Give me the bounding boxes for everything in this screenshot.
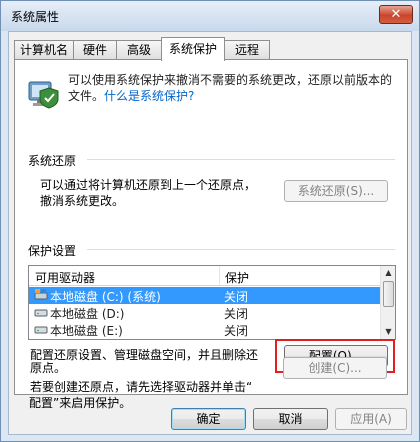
drive-protection-status: 关闭 xyxy=(224,324,249,338)
what-is-system-protection-link[interactable]: 什么是系统保护? xyxy=(104,89,194,103)
tab-remote[interactable]: 远程 xyxy=(224,40,270,60)
column-header-drive[interactable]: 可用驱动器 xyxy=(35,269,95,286)
window-title: 系统属性 xyxy=(11,10,60,24)
tab-system-protection[interactable]: 系统保护 xyxy=(161,37,225,61)
close-button[interactable]: ✕ xyxy=(379,5,413,24)
dialog-client-area: 计算机名 硬件 高级 系统保护 远程 可以使用系统保护来撤消不需要的系统更改，还… xyxy=(8,31,412,435)
ok-button[interactable]: 确定 xyxy=(171,408,246,430)
drive-list-header: 可用驱动器 保护 xyxy=(29,266,382,286)
create-description-line-2: 配置”来启用保护。 xyxy=(29,396,132,410)
intro-text-block: 可以使用系统保护来撤消不需要的系统更改，还原以前版本的文件。什么是系统保护? xyxy=(68,72,398,104)
tab-strip: 计算机名 硬件 高级 系统保护 远程 xyxy=(14,37,408,61)
apply-button[interactable]: 应用(A) xyxy=(335,408,407,430)
group-divider xyxy=(87,249,395,250)
tab-hardware[interactable]: 硬件 xyxy=(73,40,117,60)
create-button[interactable]: 创建(C)... xyxy=(283,357,387,379)
column-separator[interactable] xyxy=(219,266,220,285)
drive-name: 本地磁盘 (C:) (系统) xyxy=(50,290,161,304)
group-divider xyxy=(87,159,395,160)
drive-protection-status: 关闭 xyxy=(224,290,249,304)
system-properties-window: 系统属性 ✕ 计算机名 硬件 高级 系统保护 远程 可以使用系统保护来撤消不需要… xyxy=(0,0,420,442)
drive-row-e[interactable]: 本地磁盘 (E:) 关闭 xyxy=(29,321,382,338)
drive-icon xyxy=(34,326,48,334)
configure-description-line-2: 原点。 xyxy=(30,361,67,375)
system-restore-group-label: 系统还原 xyxy=(28,154,77,168)
title-bar[interactable]: 系统属性 ✕ xyxy=(1,1,419,31)
cancel-button[interactable]: 取消 xyxy=(253,408,328,430)
drive-icon xyxy=(34,309,48,317)
create-description-line-1: 若要创建还原点，请先选择驱动器并单击“ xyxy=(30,380,253,394)
protection-settings-group-label: 保护设置 xyxy=(28,244,77,258)
scroll-down-arrow-icon[interactable]: ▼ xyxy=(384,327,393,337)
system-drive-icon xyxy=(34,289,48,300)
drive-list-scrollbar[interactable]: ▲ ▼ xyxy=(380,266,395,339)
scroll-up-arrow-icon[interactable]: ▲ xyxy=(384,268,393,278)
column-header-protection[interactable]: 保护 xyxy=(225,269,249,286)
drive-protection-status: 关闭 xyxy=(224,307,249,321)
tab-advanced[interactable]: 高级 xyxy=(116,40,162,60)
drive-list[interactable]: 可用驱动器 保护 本地磁盘 (C:) (系统) 关闭 本地磁盘 (D:) 关闭 … xyxy=(28,265,396,340)
drive-name: 本地磁盘 (E:) xyxy=(50,324,123,338)
system-restore-button[interactable]: 系统还原(S)... xyxy=(284,180,388,202)
tab-computer-name[interactable]: 计算机名 xyxy=(14,40,74,60)
drive-name: 本地磁盘 (D:) xyxy=(50,307,125,321)
restore-description-line-2: 撤消系统更改。 xyxy=(40,194,125,208)
scrollbar-thumb[interactable] xyxy=(383,281,394,307)
drive-row-d[interactable]: 本地磁盘 (D:) 关闭 xyxy=(29,304,382,321)
system-protection-panel: 可以使用系统保护来撤消不需要的系统更改，还原以前版本的文件。什么是系统保护? 系… xyxy=(14,59,408,395)
system-protection-icon xyxy=(28,81,59,109)
restore-description-line-1: 可以通过将计算机还原到上一个还原点， xyxy=(40,178,257,192)
drive-row-c[interactable]: 本地磁盘 (C:) (系统) 关闭 xyxy=(29,287,382,304)
